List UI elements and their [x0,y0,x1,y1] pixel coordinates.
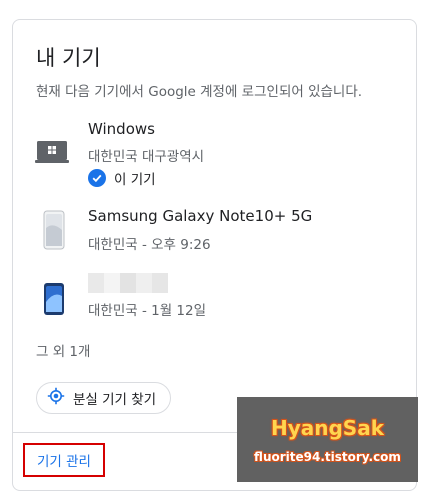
find-lost-device-button[interactable]: 분실 기기 찾기 [36,382,172,414]
device-location: 대한민국 대구광역시 [88,149,205,165]
device-name: Samsung Galaxy Note10+ 5G [88,207,313,225]
location-target-icon [47,387,65,409]
device-last-seen: 대한민국 - 1월 12일 [88,303,207,319]
laptop-windows-icon [35,140,69,168]
device-name-redacted [88,273,168,293]
card-title: 내 기기 [36,46,101,70]
other-devices-count: 그 외 1개 [36,344,91,360]
card-subtitle: 현재 다음 기기에서 Google 계정에 로그인되어 있습니다. [36,84,363,100]
current-device-label: 이 기기 [114,172,156,188]
watermark-subtitle: fluorite94.tistory.com [254,449,401,464]
device-name: Windows [88,120,155,138]
device-item-windows[interactable]: Windows 대한민국 대구광역시 이 기기 [13,118,416,193]
manage-devices-link[interactable]: 기기 관리 [23,443,105,477]
device-item-phone[interactable]: 대한민국 - 1월 12일 [13,273,416,323]
find-lost-device-label: 분실 기기 찾기 [73,392,157,408]
watermark: HyangSak fluorite94.tistory.com [237,397,418,482]
check-circle-icon [88,169,106,187]
phone-icon [43,282,65,320]
current-device-indicator: 이 기기 [88,168,156,188]
device-last-seen: 대한민국 - 오후 9:26 [88,237,211,253]
phone-icon [43,210,65,254]
device-item-samsung[interactable]: Samsung Galaxy Note10+ 5G 대한민국 - 오후 9:26 [13,207,416,257]
watermark-title: HyangSak [270,415,385,440]
